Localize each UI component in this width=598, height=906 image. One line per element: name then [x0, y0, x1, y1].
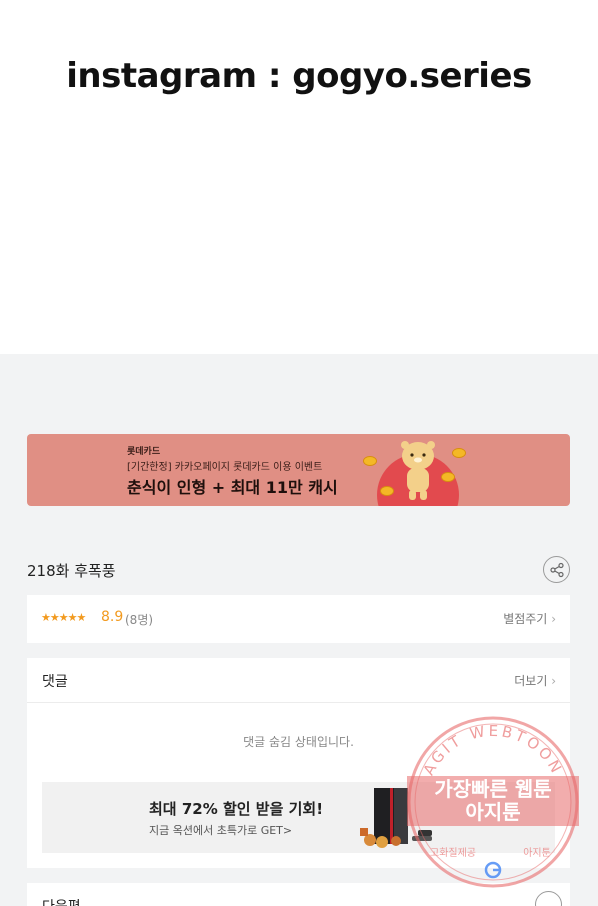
ad-headline: 최대 72% 할인 받을 기회! — [149, 800, 324, 818]
comment-more-label: 더보기 — [514, 674, 548, 688]
promo-banner[interactable]: 롯데카드 [기간한정] 카카오페이지 롯데카드 이용 이벤트 춘식이 인형 + … — [27, 434, 570, 506]
episode-title: 218화 후폭풍 — [27, 562, 116, 580]
next-episode-card[interactable]: 다음편 — [27, 883, 570, 906]
share-icon — [550, 562, 564, 578]
next-episode-title: 다음편 — [42, 896, 81, 906]
rating-stars: ★★★★★ — [41, 611, 86, 624]
banner-subtitle: [기간한정] 카카오페이지 롯데카드 이용 이벤트 — [127, 462, 323, 473]
coin-icon — [452, 448, 466, 458]
comment-title: 댓글 — [42, 674, 68, 690]
comment-header: 댓글 더보기 › — [27, 658, 570, 703]
rate-button-label: 별점주기 — [503, 612, 548, 626]
chevron-right-icon: › — [551, 612, 556, 626]
rating-card: ★★★★★ 8.9 (8명) 별점주기 › — [27, 595, 570, 643]
share-button[interactable] — [543, 556, 570, 583]
coin-icon — [363, 456, 377, 466]
instagram-handle-text: instagram : gogyo.series — [66, 56, 532, 96]
coin-icon — [441, 472, 455, 482]
ad-banner[interactable]: 최대 72% 할인 받을 기회! 지금 옥션에서 초특가로 GET> — [42, 782, 555, 853]
banner-headline: 춘식이 인형 + 최대 11만 캐시 — [127, 478, 338, 497]
ad-subline: 지금 옥션에서 초특가로 GET> — [149, 824, 293, 837]
banner-brand: 롯데카드 — [127, 447, 161, 457]
bear-mascot-icon — [401, 441, 435, 500]
rate-button[interactable]: 별점주기 › — [503, 610, 556, 627]
next-episode-icon — [535, 891, 562, 906]
coin-icon — [380, 486, 394, 496]
rating-count: (8명) — [125, 613, 154, 627]
comment-more-button[interactable]: 더보기 › — [514, 672, 556, 689]
chevron-right-icon: › — [551, 674, 556, 688]
episode-image-panel: instagram : gogyo.series — [0, 0, 598, 354]
comment-hidden-message: 댓글 숨김 상태입니다. — [243, 735, 354, 749]
rating-score: 8.9 — [101, 609, 124, 625]
comment-section: 댓글 더보기 › 댓글 숨김 상태입니다. 최대 72% 할인 받을 기회! 지… — [27, 658, 570, 868]
ad-product-image — [360, 788, 432, 848]
